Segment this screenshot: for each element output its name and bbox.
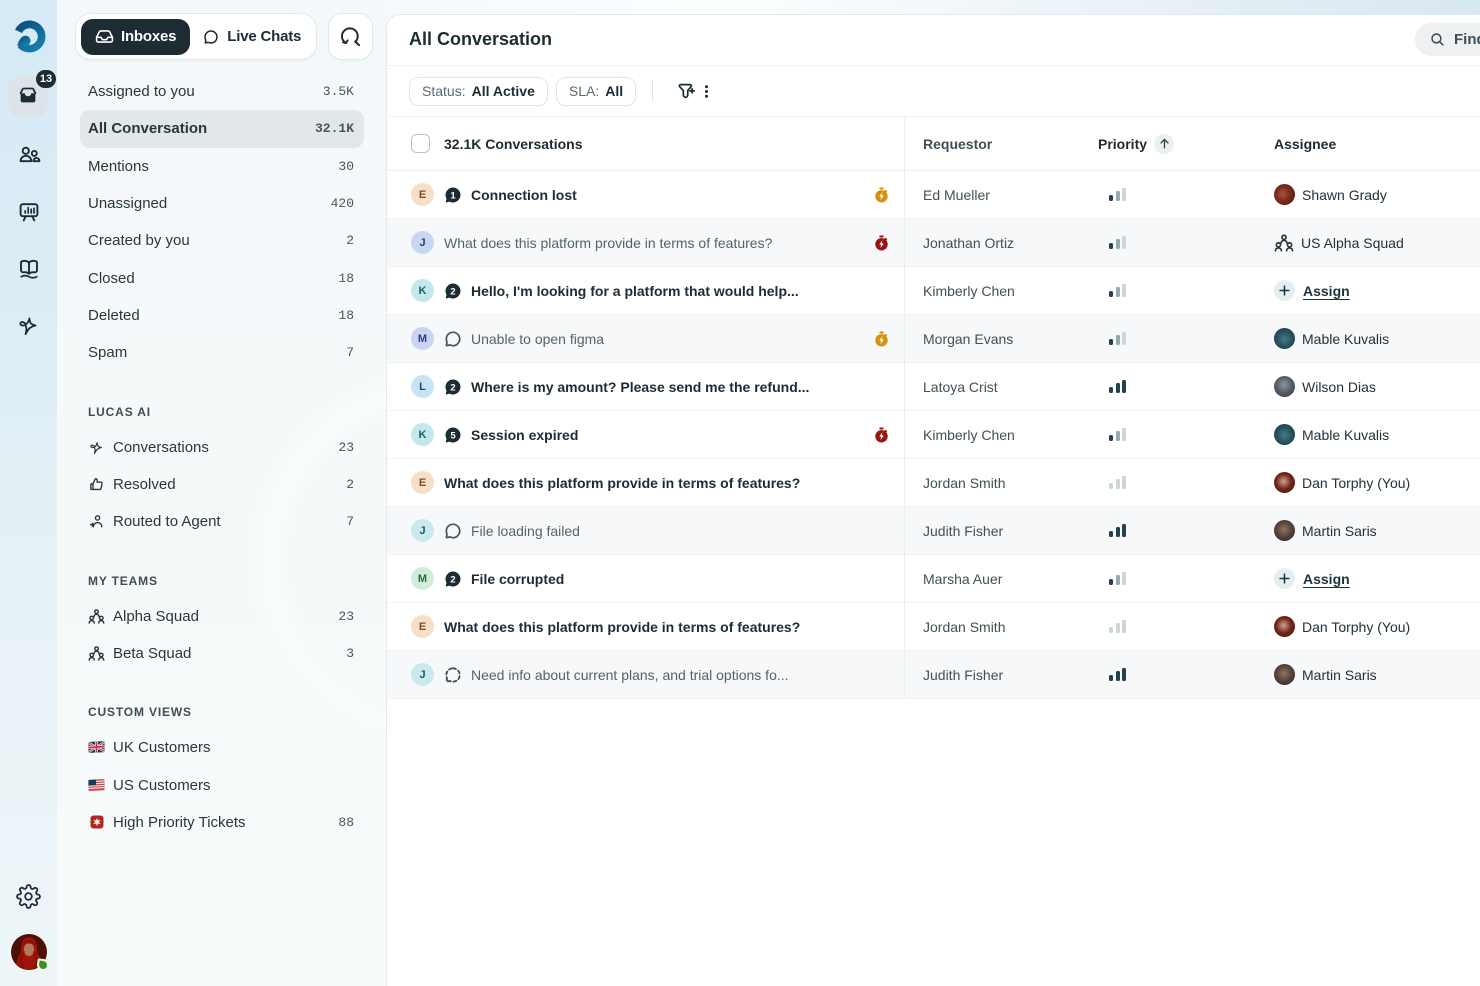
svg-text:2: 2 xyxy=(450,574,455,585)
svg-text:2: 2 xyxy=(450,286,455,297)
svg-text:2: 2 xyxy=(450,382,455,393)
svg-text:1: 1 xyxy=(450,190,456,201)
svg-text:5: 5 xyxy=(450,430,456,441)
